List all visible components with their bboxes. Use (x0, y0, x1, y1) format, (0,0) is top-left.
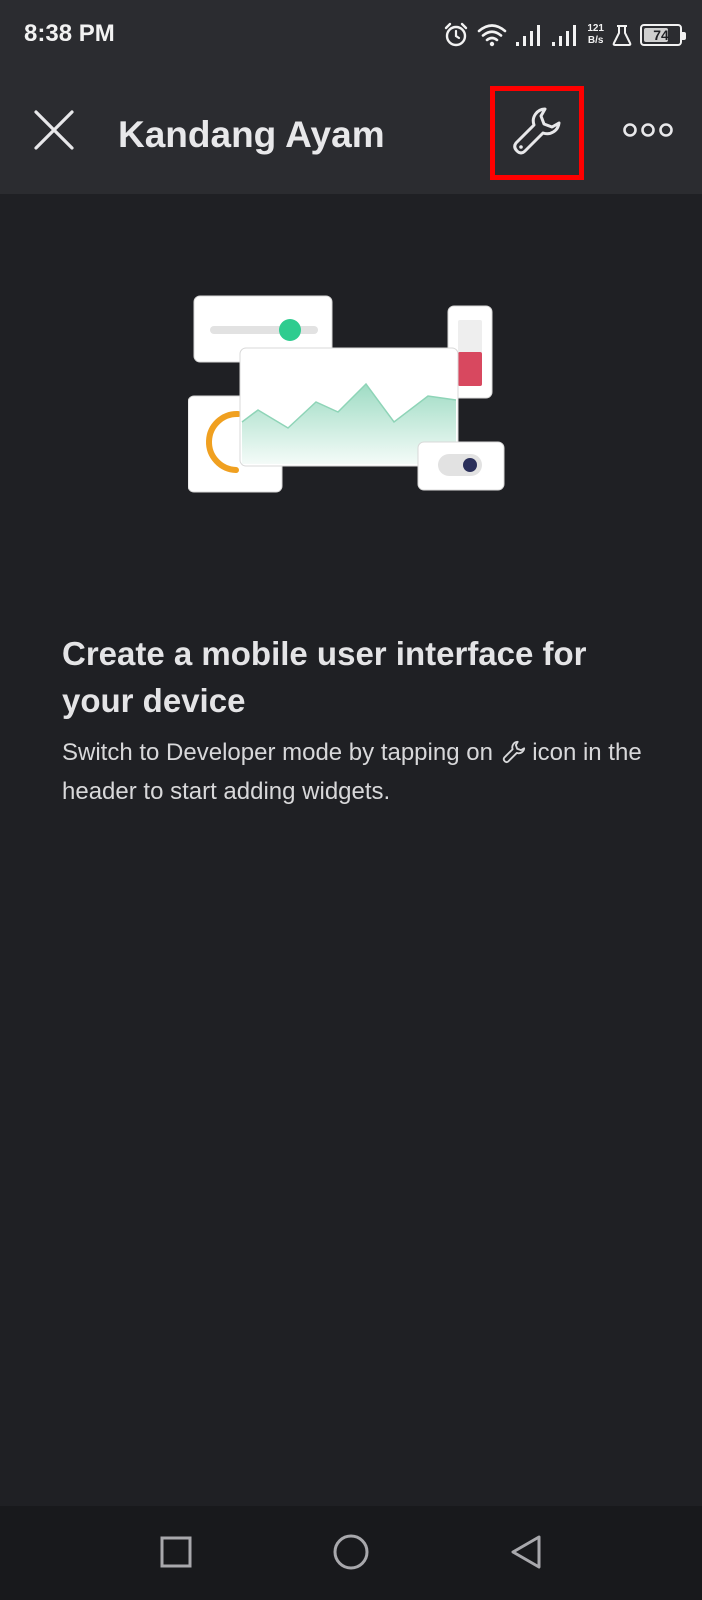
wrench-icon (502, 739, 526, 774)
description-prefix: Switch to Developer mode by tapping on (62, 739, 493, 766)
home-icon (332, 1533, 370, 1576)
network-speed-value: 121 (587, 23, 604, 34)
status-time: 8:38 PM (24, 20, 115, 47)
empty-state-description: Switch to Developer mode by tapping on i… (62, 735, 662, 809)
wrench-icon (511, 105, 563, 162)
network-speed-unit: B/s (587, 35, 604, 46)
back-icon (509, 1534, 543, 1575)
signal-icon (551, 22, 579, 48)
home-button[interactable] (323, 1526, 379, 1582)
more-horizontal-icon (623, 122, 673, 143)
close-icon (32, 108, 76, 157)
recent-apps-button[interactable] (148, 1526, 204, 1582)
signal-icon (515, 22, 543, 48)
empty-state-heading: Create a mobile user interface for your … (62, 635, 587, 719)
battery-icon: 74 (640, 24, 686, 46)
back-button[interactable] (498, 1526, 554, 1582)
recent-apps-icon (159, 1535, 193, 1574)
battery-level: 74 (653, 27, 669, 43)
status-icons: 121 B/s 74 (443, 18, 686, 52)
network-speed: 121 B/s (587, 23, 604, 47)
alarm-icon (443, 22, 469, 48)
more-options-button[interactable] (616, 104, 680, 160)
close-button[interactable] (26, 104, 82, 160)
widgets-illustration (187, 292, 514, 496)
header: Kandang Ayam (0, 70, 702, 194)
lab-icon (612, 23, 632, 47)
page-title: Kandang Ayam (118, 114, 385, 155)
system-navigation-bar (0, 1506, 702, 1600)
wifi-icon (477, 22, 507, 48)
status-bar: 8:38 PM 121 B/s 74 (0, 0, 702, 70)
developer-mode-button[interactable] (490, 86, 584, 180)
